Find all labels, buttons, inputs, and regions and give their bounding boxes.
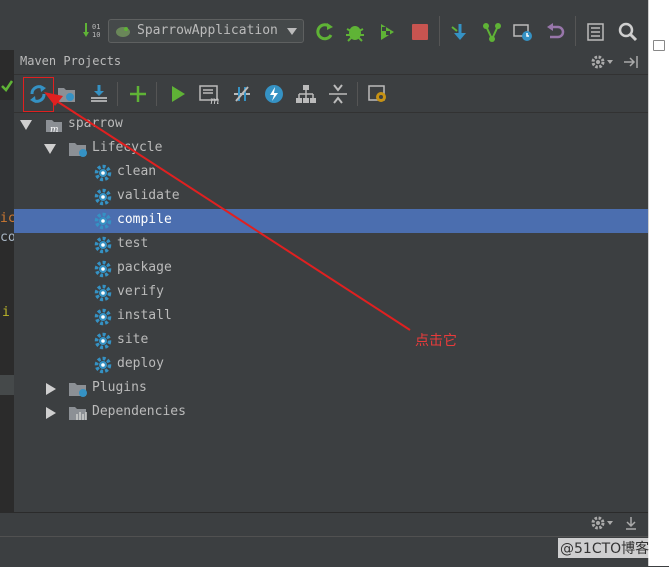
annotation-label: 点击它 — [415, 333, 457, 349]
annotation-arrow — [44, 92, 411, 331]
watermark: @51CTO博客 — [558, 538, 652, 558]
